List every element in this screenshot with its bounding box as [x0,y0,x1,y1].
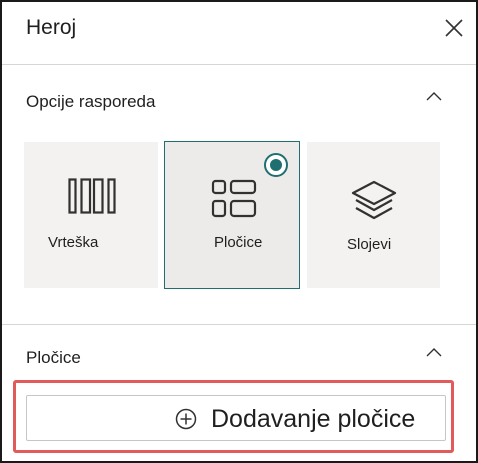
plus-circle-icon [175,408,197,430]
panel-title: Heroj [26,16,77,39]
layout-options-title: Opcije rasporeda [26,92,156,111]
close-icon [445,19,463,37]
section-divider [2,324,476,325]
layers-icon [351,180,397,220]
tiles-section-title: Pločice [26,348,81,367]
layout-option-label: Vrteška [48,234,99,251]
layout-option-label: Pločice [214,234,263,251]
carousel-icon [68,178,116,214]
layout-options-collapse-button[interactable] [424,89,444,103]
hero-panel: Heroj Opcije rasporeda Vrteška Pločice S… [0,0,478,463]
tiles-icon [211,179,257,218]
layout-option-layers[interactable]: Slojevi [307,142,440,288]
chevron-up-icon [426,92,442,101]
panel-header: Heroj [2,2,476,64]
close-button[interactable] [442,16,466,40]
layout-option-carousel[interactable]: Vrteška [24,142,158,288]
add-tile-button[interactable]: Dodavanje pločice [26,395,446,441]
selected-radio-indicator [264,153,288,177]
header-divider [2,64,476,65]
layout-option-tiles[interactable]: Pločice [164,141,300,289]
tiles-section-collapse-button[interactable] [424,345,444,359]
add-tile-label: Dodavanje pločice [211,405,416,433]
layout-option-label: Slojevi [347,236,392,253]
chevron-up-icon [426,348,442,357]
